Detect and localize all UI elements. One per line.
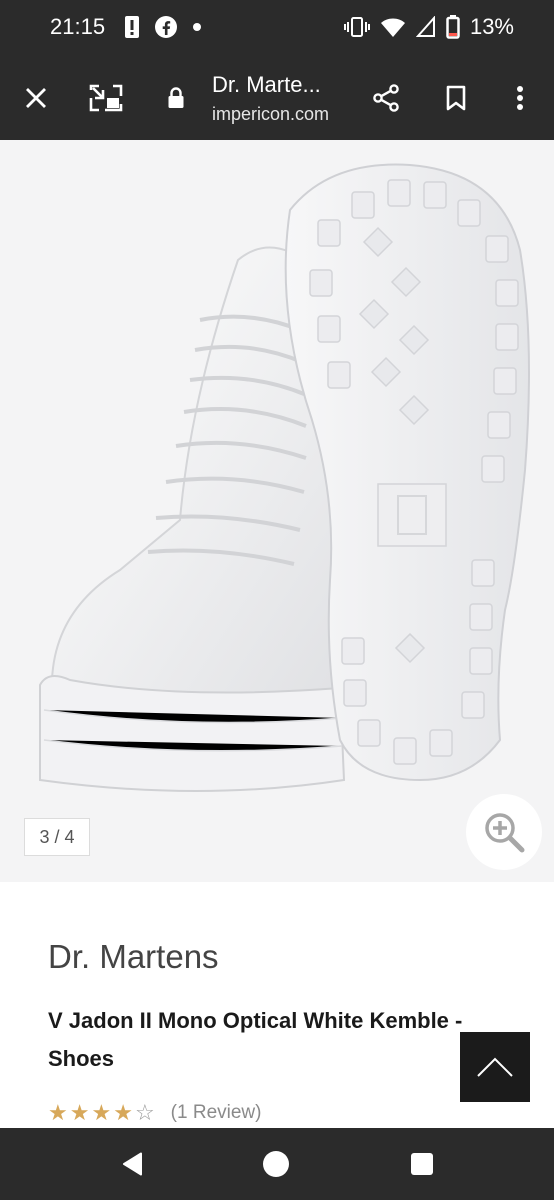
chevron-up-icon	[477, 1057, 513, 1077]
browser-toolbar: Dr. Marte... impericon.com	[0, 56, 554, 140]
zoom-in-icon	[485, 813, 525, 853]
star-filled-icon: ★	[48, 1100, 68, 1125]
vibrate-icon	[343, 17, 370, 37]
more-options-button[interactable]	[502, 80, 538, 116]
product-name: V Jadon II Mono Optical White Kemble - S…	[48, 1008, 463, 1071]
system-nav-bar	[0, 1128, 554, 1200]
signal-icon	[415, 16, 435, 37]
star-empty-icon: ☆	[134, 1100, 155, 1125]
alert-icon	[125, 16, 139, 38]
product-image[interactable]	[0, 140, 554, 882]
battery-percent: 13%	[469, 14, 514, 39]
facebook-icon	[155, 16, 177, 38]
page-title[interactable]: Dr. Marte...	[212, 72, 321, 98]
close-icon	[26, 88, 46, 108]
star-filled-icon: ★	[113, 1100, 133, 1125]
star-filled-icon: ★	[69, 1100, 90, 1125]
bookmark-icon	[446, 85, 466, 111]
back-to-top-button[interactable]	[460, 1032, 530, 1102]
close-button[interactable]	[18, 80, 54, 116]
review-count-link[interactable]: (1 Review)	[171, 1102, 262, 1124]
lock-icon	[168, 87, 184, 108]
share-icon	[373, 84, 399, 112]
wifi-icon	[380, 18, 405, 37]
dot-icon	[193, 23, 201, 31]
back-triangle-icon	[123, 1152, 142, 1176]
page-url[interactable]: impericon.com	[212, 104, 329, 125]
share-button[interactable]	[368, 80, 404, 116]
system-icons: 13%	[343, 14, 514, 40]
zoom-button[interactable]	[466, 794, 542, 870]
status-time: 21:15	[50, 14, 106, 39]
product-brand[interactable]: Dr. Martens	[48, 938, 219, 976]
more-vert-icon	[517, 86, 523, 110]
nav-home-button[interactable]	[262, 1150, 290, 1178]
status-bar: 21:15 13%	[0, 0, 554, 56]
home-circle-icon	[263, 1151, 289, 1177]
open-in-app-button[interactable]	[88, 80, 124, 116]
site-security-button[interactable]	[158, 80, 194, 116]
battery-icon	[446, 15, 460, 39]
nav-recents-button[interactable]	[408, 1150, 436, 1178]
image-counter: 3 / 4	[24, 818, 90, 856]
nav-back-button[interactable]	[118, 1150, 146, 1178]
star-filled-icon: ★	[91, 1100, 112, 1125]
bookmark-button[interactable]	[438, 80, 474, 116]
product-rating[interactable]: ★ ★ ★ ★ ☆ (1 Review)	[48, 1102, 261, 1124]
open-in-app-icon	[89, 84, 123, 112]
boots-image	[39, 163, 530, 792]
recents-square-icon	[411, 1153, 433, 1175]
notification-icons	[124, 15, 202, 39]
